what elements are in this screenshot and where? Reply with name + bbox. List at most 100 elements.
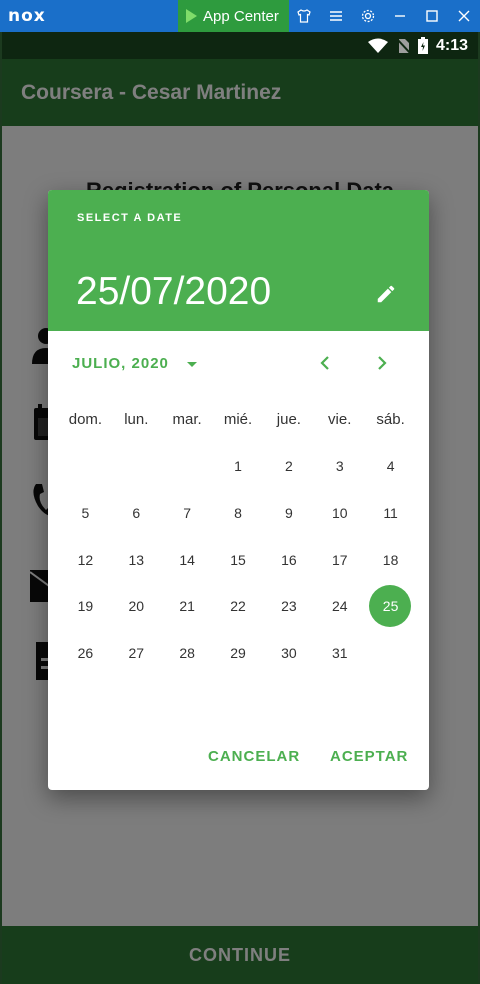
day-number: 23 [281,598,297,615]
day-number: 21 [179,598,195,615]
cancel-button[interactable]: CANCELAR [208,748,300,765]
day-cell[interactable]: 20 [111,584,162,628]
calendar-week: 26 27 28 29 30 31 [60,630,416,677]
settings-icon[interactable] [352,0,384,32]
close-icon[interactable] [448,0,480,32]
app-center-label: App Center [203,7,279,25]
no-sim-icon [396,37,410,54]
weekday-label: mié. [223,411,253,428]
day-cell[interactable]: 8 [213,491,264,535]
day-cell[interactable]: 23 [263,584,314,628]
weekday-label: jue. [276,411,301,428]
day-number: 18 [382,551,399,568]
day-number: 5 [81,505,90,522]
day-cell[interactable]: 17 [314,538,365,582]
weekday-label: mar. [172,411,202,428]
day-cell[interactable]: 22 [213,584,264,628]
minimize-icon[interactable] [384,0,416,32]
day-cell[interactable]: 24 [314,584,365,628]
selected-date: 25/07/2020 [76,270,272,313]
day-number: 1 [234,458,242,475]
day-cell[interactable]: 12 [60,538,111,582]
day-number: 13 [128,551,145,568]
day-cell[interactable]: 3 [314,444,365,488]
day-cell[interactable]: 10 [314,491,365,535]
day-cell[interactable]: 26 [60,631,111,675]
maximize-icon[interactable] [416,0,448,32]
calendar-week: 5 6 7 8 9 10 11 [60,490,416,537]
day-number: 24 [331,598,348,615]
dropdown-arrow-icon[interactable] [187,362,197,367]
day-number: 20 [128,598,145,615]
emulator-toolbar: nox App Center [0,0,480,32]
shirt-icon[interactable] [288,0,320,32]
day-number: 12 [77,551,94,568]
menu-icon[interactable] [320,0,352,32]
day-number: 30 [281,645,297,662]
day-number: 8 [234,505,242,522]
day-cell[interactable]: 29 [213,631,264,675]
day-cell[interactable]: 7 [162,491,213,535]
day-cell[interactable]: 28 [162,631,213,675]
day-cell[interactable]: 2 [263,444,314,488]
edit-icon[interactable] [375,283,397,305]
day-number: 31 [331,645,348,662]
calendar-week: 12 13 14 15 16 17 18 [60,536,416,583]
weekday-header: dom. lun. mar. mié. jue. vie. sáb. [60,411,416,431]
empty-day-cell [111,444,162,488]
accept-button[interactable]: ACEPTAR [330,748,408,765]
empty-day-cell [60,444,111,488]
status-time: 4:13 [435,36,468,54]
day-number: 3 [335,458,344,475]
weekday-label: lun. [124,411,149,428]
day-number: 6 [132,505,141,522]
month-year-selector[interactable]: JULIO, 2020 [72,355,169,372]
day-cell[interactable]: 27 [111,631,162,675]
calendar-week: 1 2 3 4 [60,443,416,490]
day-cell[interactable]: 16 [263,538,314,582]
month-navigation: JULIO, 2020 [48,331,429,397]
day-cell[interactable]: 6 [111,491,162,535]
chevron-right-icon[interactable] [372,353,392,373]
weekday-label: dom. [68,411,103,428]
dialog-actions: CANCELAR ACEPTAR [48,740,429,776]
day-number: 7 [183,505,192,522]
date-picker-dialog: SELECT A DATE 25/07/2020 JULIO, 2020 dom… [48,190,429,790]
day-number: 4 [386,458,395,475]
day-cell[interactable]: 18 [365,538,416,582]
day-number: 19 [77,598,94,615]
day-number: 14 [179,551,195,568]
day-number: 9 [284,505,293,522]
day-cell[interactable]: 1 [213,444,264,488]
day-cell[interactable]: 9 [263,491,314,535]
chevron-left-icon[interactable] [315,353,335,373]
day-cell[interactable]: 31 [314,631,365,675]
battery-icon [417,37,428,54]
weekday-label: vie. [328,411,352,428]
app-center-button[interactable]: App Center [178,0,289,32]
day-number: 22 [230,598,246,615]
day-cell[interactable]: 11 [365,491,416,535]
selected-day[interactable]: 25 [365,584,416,628]
dialog-header: SELECT A DATE 25/07/2020 [48,190,429,331]
day-number: 25 [382,598,399,615]
day-cell[interactable]: 14 [162,538,213,582]
day-cell[interactable]: 30 [263,631,314,675]
play-store-icon [186,9,197,23]
empty-day-cell [365,631,416,675]
day-cell[interactable]: 5 [60,491,111,535]
day-number: 29 [230,645,246,662]
day-number: 10 [331,505,348,522]
day-number: 15 [230,551,246,568]
day-cell[interactable]: 15 [213,538,264,582]
day-number: 17 [331,551,348,568]
day-number: 2 [284,458,293,475]
empty-day-cell [162,444,213,488]
wifi-icon [367,38,388,53]
day-number: 26 [77,645,94,662]
day-cell[interactable]: 13 [111,538,162,582]
day-cell[interactable]: 21 [162,584,213,628]
day-cell[interactable]: 4 [365,444,416,488]
nox-logo: nox [8,6,46,26]
day-cell[interactable]: 19 [60,584,111,628]
